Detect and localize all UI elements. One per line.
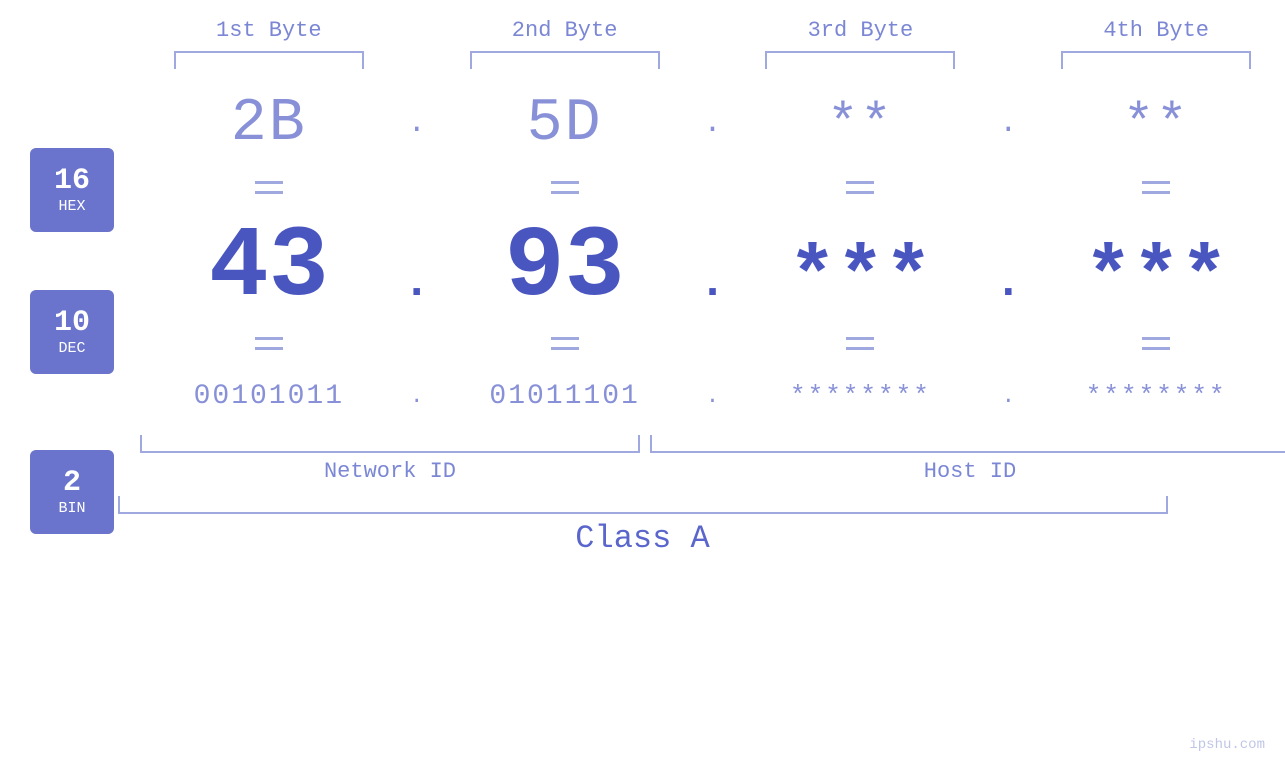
dec-base-num: 10 [54,307,90,340]
byte-bracket-top-1 [174,51,364,69]
bin-cell-3: ******** [732,381,990,411]
hex-dot-2: . [693,107,731,141]
eq-row-1 [0,169,1285,205]
main-container: 1st Byte 2nd Byte 3rd Byte 4th Byte 16 H… [0,0,1285,767]
dec-base-label: 10 DEC [30,290,114,374]
byte-col-2: 2nd Byte [436,18,694,69]
network-id-label: Network ID [324,459,456,484]
bin-cell-4: ******** [1027,381,1285,411]
dec-value-2: 93 [505,212,625,325]
byte-col-3: 3rd Byte [732,18,990,69]
byte-label-4: 4th Byte [1103,18,1209,43]
bin-value-4: ******** [1086,381,1227,411]
network-id-section: Network ID [140,435,640,484]
eq-col-3 [732,179,990,196]
watermark: ipshu.com [1189,737,1265,753]
hex-value-2: 5D [527,90,603,158]
bin-base-name: BIN [58,500,85,517]
hex-value-1: 2B [231,90,307,158]
byte-bracket-top-3 [765,51,955,69]
dec-dot-3: . [989,257,1027,325]
id-labels-row: Network ID Host ID [0,435,1285,484]
byte-bracket-top-2 [470,51,660,69]
header-row: 1st Byte 2nd Byte 3rd Byte 4th Byte [0,0,1285,69]
bin-base-label: 2 BIN [30,450,114,534]
bin-base-num: 2 [63,467,81,500]
byte-bracket-top-4 [1061,51,1251,69]
dec-cell-1: 43 [140,212,398,325]
dec-dot-2: . [693,257,731,325]
dec-cell-3: *** [732,234,990,325]
network-id-bracket [140,435,640,453]
hex-cell-2: 5D [436,90,694,158]
hex-value-4: ** [1123,95,1189,154]
eq-col-3b [732,335,990,352]
host-id-bracket [650,435,1285,453]
hex-cell-4: ** [1027,95,1285,154]
bin-data-row: 00101011 . 01011101 . ******** . *******… [0,361,1285,431]
dec-cell-4: *** [1027,234,1285,325]
dec-data-row: 43 . 93 . *** . *** [0,205,1285,325]
dec-cell-2: 93 [436,212,694,325]
eq-row-2 [0,325,1285,361]
byte-label-2: 2nd Byte [512,18,618,43]
eq-col-2b [436,335,694,352]
bin-value-1: 00101011 [194,381,344,412]
eq-col-1b [140,335,398,352]
bin-value-3: ******** [790,381,931,411]
hex-dot-3: . [989,107,1027,141]
eq-col-1 [140,179,398,196]
host-id-label: Host ID [924,459,1016,484]
byte-col-1: 1st Byte [140,18,398,69]
dec-value-4: *** [1084,234,1228,325]
class-label: Class A [575,520,709,557]
byte-label-1: 1st Byte [216,18,322,43]
bin-cell-1: 00101011 [140,381,398,412]
byte-col-4: 4th Byte [1027,18,1285,69]
hex-base-name: HEX [58,198,85,215]
host-id-section: Host ID [650,435,1285,484]
hex-cell-1: 2B [140,90,398,158]
class-row: Class A [0,496,1285,557]
dec-value-1: 43 [209,212,329,325]
eq-col-4 [1027,179,1285,196]
class-bracket [118,496,1168,514]
bin-dot-3: . [989,384,1027,409]
dec-dot-1: . [398,257,436,325]
hex-dot-1: . [398,107,436,141]
hex-cell-3: ** [732,95,990,154]
hex-base-label: 16 HEX [30,148,114,232]
bin-value-2: 01011101 [489,381,639,412]
hex-value-3: ** [827,95,893,154]
dec-value-3: *** [788,234,932,325]
eq-col-4b [1027,335,1285,352]
dec-base-name: DEC [58,340,85,357]
hex-data-row: 2B . 5D . ** . ** [0,79,1285,169]
byte-label-3: 3rd Byte [808,18,914,43]
bin-dot-2: . [693,384,731,409]
hex-base-num: 16 [54,165,90,198]
bin-cell-2: 01011101 [436,381,694,412]
eq-col-2 [436,179,694,196]
bin-dot-1: . [398,384,436,409]
